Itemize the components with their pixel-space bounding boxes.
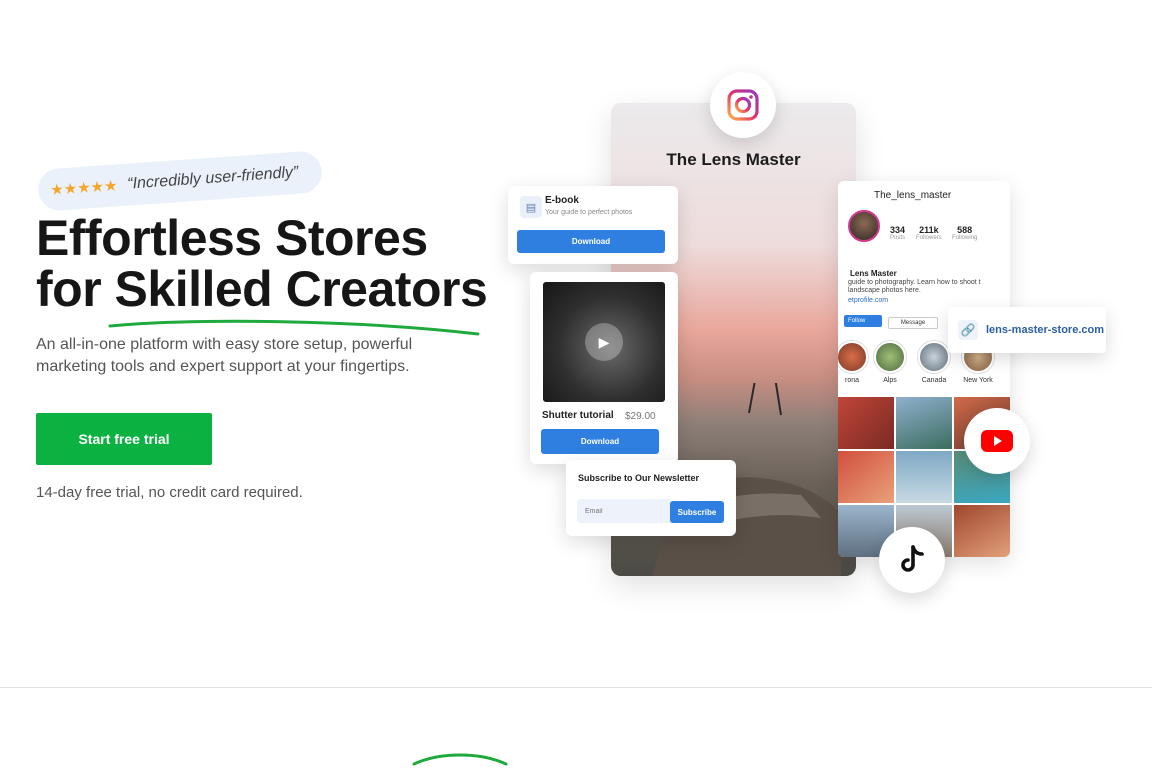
instagram-icon [727,89,759,121]
section-divider [0,687,1152,688]
youtube-bubble[interactable] [964,408,1030,474]
hero-subtext: An all-in-one platform with easy store s… [36,336,413,375]
ebook-subtitle: Your guide to perfect photos [545,209,633,216]
highlight-thumb [918,341,950,373]
trial-note: 14-day free trial, no credit card requir… [36,484,303,501]
avatar [848,210,880,242]
hero-headline: Effortless Stores for Skilled Creators [36,213,506,315]
review-quote: “Incredibly user-friendly” [126,163,299,193]
headline-line-1: Effortless Stores [36,210,428,266]
highlight-label: New York [963,377,993,384]
bio-name: Lens Master [850,269,897,278]
email-field[interactable] [577,499,671,523]
highlight-thumb [838,341,868,373]
stat-following: 588 Following [952,225,977,241]
tutorial-title: Shutter tutorial [542,410,614,421]
stat-following-label: Following [952,235,978,241]
stat-followers: 211k Followers [916,225,942,241]
tutorial-download-button[interactable]: Download [541,429,659,454]
stat-followers-label: Followers [916,235,942,241]
stat-posts-value: 334 [890,225,906,235]
follow-button[interactable]: Follow [844,315,882,327]
tutorial-price: $29.00 [625,411,656,422]
tutorial-card: ▶ Shutter tutorial $29.00 Download [530,272,678,464]
highlight-label: rona [844,377,859,384]
highlight-thumb [874,341,906,373]
youtube-icon [981,430,1013,452]
highlight-item[interactable]: Alps [870,341,910,384]
book-icon: ▤ [520,196,542,218]
grid-photo[interactable] [896,397,952,449]
stat-posts-label: Posts [890,235,906,241]
message-button[interactable]: Message [888,317,938,329]
newsletter-card: Subscribe to Our Newsletter Subscribe [566,460,736,536]
highlight-label: Alps [883,377,897,384]
stat-following-value: 588 [957,225,973,235]
highlight-label: Canada [921,377,947,384]
highlight-item[interactable]: rona [838,341,872,384]
tiktok-bubble[interactable] [879,527,945,593]
store-link-pill[interactable]: 🔗 lens-master-store.com [948,307,1106,353]
tiktok-icon [901,545,924,572]
feed-username: The_lens_master [874,190,952,201]
headline-line-2: for Skilled Creators [36,261,488,317]
rating-stars: ★★★★★ [49,177,119,200]
video-thumbnail[interactable]: ▶ [543,282,665,402]
instagram-bubble[interactable] [710,72,776,138]
start-free-trial-button[interactable]: Start free trial [36,413,212,465]
ebook-title: E-book [545,195,579,206]
stat-posts: 334 Posts [890,225,905,241]
grid-photo[interactable] [838,397,894,449]
grid-photo[interactable] [896,451,952,503]
review-badge: ★★★★★ “Incredibly user-friendly” [36,150,324,212]
bio-link[interactable]: etprofile.com [848,297,888,304]
store-link-text[interactable]: lens-master-store.com [986,324,1104,336]
social-feed-card: The_lens_master 334 Posts 211k Followers… [838,181,1010,557]
grid-photo[interactable] [954,505,1010,557]
subscribe-button[interactable]: Subscribe [670,501,724,523]
grid-photo[interactable] [838,451,894,503]
ebook-download-button[interactable]: Download [517,230,665,253]
newsletter-title: Subscribe to Our Newsletter [578,473,700,483]
stat-followers-value: 211k [919,225,939,235]
link-icon: 🔗 [958,320,978,340]
bio-text: guide to photography. Learn how to shoot… [848,279,981,294]
play-icon[interactable]: ▶ [585,323,623,361]
ebook-card: ▤ E-book Your guide to perfect photos Do… [508,186,678,264]
decorative-arc [412,753,508,766]
profile-title: The Lens Master [666,150,801,169]
